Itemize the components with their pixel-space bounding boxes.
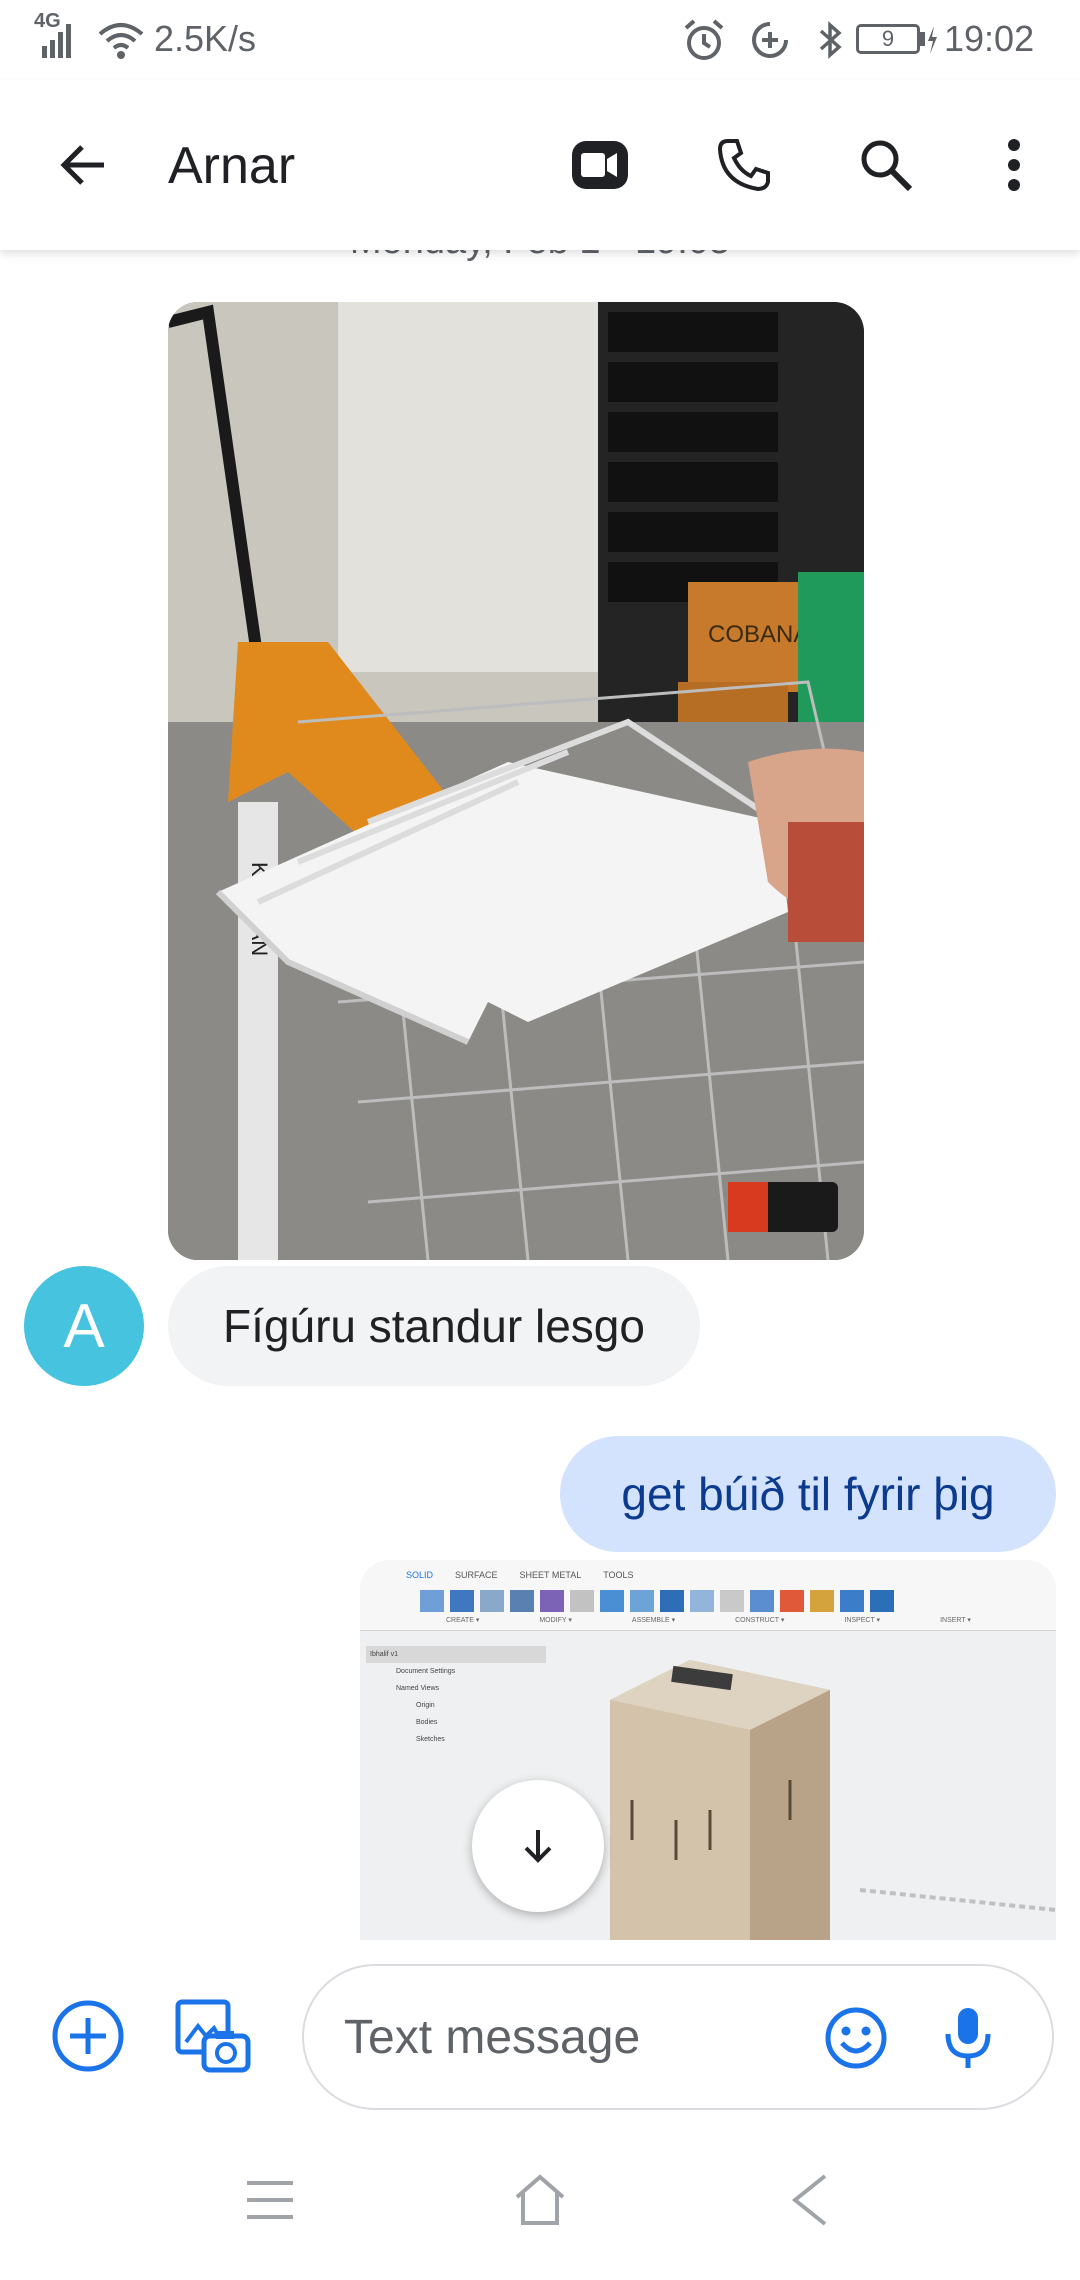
data-saver-icon — [744, 14, 796, 66]
phone-icon[interactable] — [694, 115, 794, 215]
avatar-initial: A — [63, 1291, 105, 1361]
back-arrow-icon[interactable] — [34, 115, 134, 215]
network-speed: 2.5K/s — [154, 18, 257, 59]
battery-level: 9 — [881, 26, 895, 51]
alarm-icon — [678, 14, 730, 66]
battery-icon: 9 — [856, 22, 937, 58]
wifi-icon — [96, 16, 146, 64]
incoming-message-text: Fígúru standur lesgo — [223, 1300, 645, 1352]
back-icon[interactable] — [750, 2140, 870, 2260]
photo-cad-model-screenshot: SOLID SURFACE SHEET METAL TOOLS CREATE ▾… — [360, 1560, 1056, 1940]
image-attachment-cad[interactable]: SOLID SURFACE SHEET METAL TOOLS CREATE ▾… — [360, 1560, 1056, 1940]
photo-styrofoam-in-cart: COBANA KRÓNAN — [168, 302, 864, 1260]
message-input[interactable] — [344, 2002, 784, 2072]
outgoing-message-text: get búið til fyrir þig — [621, 1468, 995, 1520]
conversation-title[interactable]: Arnar — [168, 136, 295, 196]
gallery-camera-icon[interactable] — [162, 1986, 262, 2086]
compose-field[interactable] — [302, 1964, 1054, 2110]
avatar[interactable]: A — [24, 1266, 144, 1386]
home-icon[interactable] — [480, 2140, 600, 2260]
menu-icon[interactable] — [210, 2140, 330, 2260]
more-vert-icon[interactable] — [964, 115, 1064, 215]
incoming-message-bubble[interactable]: Fígúru standur lesgo — [168, 1266, 700, 1386]
navigation-bar — [0, 2120, 1080, 2280]
bluetooth-icon — [804, 14, 856, 66]
search-icon[interactable] — [836, 115, 936, 215]
date-header: Monday, Feb 1 • 19:05 — [0, 250, 1080, 263]
status-bar: 4G 2.5K/s 9 19:02 — [0, 0, 1080, 80]
compose-bar — [0, 1940, 1080, 2120]
box-label: COBANA — [708, 621, 809, 648]
network-type: 4G — [34, 10, 61, 32]
app-bar: Arnar — [0, 80, 1080, 250]
conversation-area[interactable]: Monday, Feb 1 • 19:05 COBANA — [0, 250, 1080, 1940]
scroll-to-bottom-button[interactable] — [472, 1780, 604, 1912]
emoji-icon[interactable] — [806, 1988, 906, 2088]
add-circle-icon[interactable] — [38, 1986, 138, 2086]
clock: 19:02 — [944, 18, 1035, 59]
video-call-icon[interactable] — [550, 115, 650, 215]
image-attachment[interactable]: COBANA KRÓNAN — [168, 302, 864, 1260]
outgoing-message-bubble[interactable]: get búið til fyrir þig — [560, 1436, 1056, 1552]
arrow-down-icon — [524, 1830, 552, 1863]
microphone-icon[interactable] — [918, 1988, 1018, 2088]
